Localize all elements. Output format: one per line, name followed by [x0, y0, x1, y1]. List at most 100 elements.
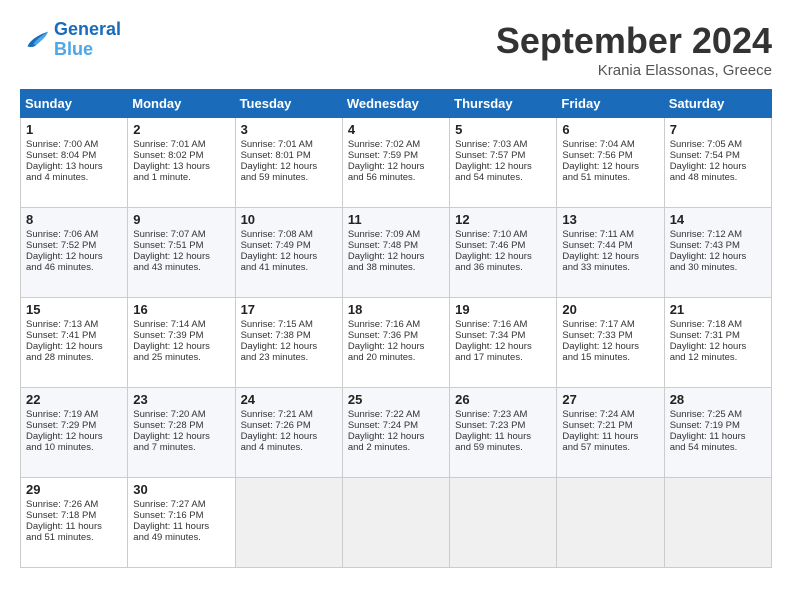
- calendar-cell: 22Sunrise: 7:19 AMSunset: 7:29 PMDayligh…: [21, 388, 128, 478]
- calendar-cell: 5Sunrise: 7:03 AMSunset: 7:57 PMDaylight…: [450, 118, 557, 208]
- cell-info-line: Sunset: 7:16 PM: [133, 510, 229, 521]
- day-number: 8: [26, 212, 122, 227]
- cell-info-line: and 57 minutes.: [562, 442, 658, 453]
- calendar-cell: 2Sunrise: 7:01 AMSunset: 8:02 PMDaylight…: [128, 118, 235, 208]
- calendar-cell: 17Sunrise: 7:15 AMSunset: 7:38 PMDayligh…: [235, 298, 342, 388]
- calendar-cell: 6 Sunrise: 7:04 AMSunset: 7:56 PMDaylight…: [557, 118, 664, 208]
- cell-info-line: Sunset: 7:36 PM: [348, 330, 444, 341]
- cell-info-line: Sunrise: 7:04 AM: [562, 139, 658, 150]
- calendar-cell: 9Sunrise: 7:07 AMSunset: 7:51 PMDaylight…: [128, 208, 235, 298]
- cell-info-line: Sunset: 7:38 PM: [241, 330, 337, 341]
- day-number: 6: [562, 122, 658, 137]
- cell-info-line: Sunrise: 7:24 AM: [562, 409, 658, 420]
- cell-info-line: Sunset: 7:26 PM: [241, 420, 337, 431]
- week-row-1: 1Sunrise: 7:00 AMSunset: 8:04 PMDaylight…: [21, 118, 772, 208]
- col-header-monday: Monday: [128, 90, 235, 118]
- cell-info-line: Daylight: 11 hours: [133, 521, 229, 532]
- cell-info-line: and 1 minute.: [133, 172, 229, 183]
- cell-info-line: and 46 minutes.: [26, 262, 122, 273]
- day-number: 20: [562, 302, 658, 317]
- cell-info-line: Daylight: 12 hours: [348, 251, 444, 262]
- cell-info-line: Sunset: 8:02 PM: [133, 150, 229, 161]
- calendar-cell: 21Sunrise: 7:18 AMSunset: 7:31 PMDayligh…: [664, 298, 771, 388]
- cell-info-line: and 54 minutes.: [455, 172, 551, 183]
- cell-info-line: Sunrise: 7:21 AM: [241, 409, 337, 420]
- calendar-cell: 14Sunrise: 7:12 AMSunset: 7:43 PMDayligh…: [664, 208, 771, 298]
- col-header-tuesday: Tuesday: [235, 90, 342, 118]
- cell-info-line: Daylight: 12 hours: [562, 161, 658, 172]
- cell-info-line: Sunset: 7:39 PM: [133, 330, 229, 341]
- day-number: 5: [455, 122, 551, 137]
- day-number: 19: [455, 302, 551, 317]
- day-number: 16: [133, 302, 229, 317]
- logo-text: General Blue: [54, 20, 121, 60]
- cell-info-line: Sunset: 8:04 PM: [26, 150, 122, 161]
- col-header-wednesday: Wednesday: [342, 90, 449, 118]
- cell-info-line: Sunrise: 7:18 AM: [670, 319, 766, 330]
- cell-info-line: and 33 minutes.: [562, 262, 658, 273]
- day-number: 10: [241, 212, 337, 227]
- cell-info-line: and 30 minutes.: [670, 262, 766, 273]
- calendar-cell: 18Sunrise: 7:16 AMSunset: 7:36 PMDayligh…: [342, 298, 449, 388]
- calendar-cell: 11Sunrise: 7:09 AMSunset: 7:48 PMDayligh…: [342, 208, 449, 298]
- cell-info-line: and 59 minutes.: [455, 442, 551, 453]
- cell-info-line: and 38 minutes.: [348, 262, 444, 273]
- cell-info-line: Sunset: 7:44 PM: [562, 240, 658, 251]
- cell-info-line: and 4 minutes.: [241, 442, 337, 453]
- calendar-cell: [450, 478, 557, 568]
- cell-info-line: and 20 minutes.: [348, 352, 444, 363]
- page-header: General Blue September 2024 Krania Elass…: [20, 20, 772, 79]
- cell-info-line: Daylight: 12 hours: [455, 251, 551, 262]
- cell-info-line: Daylight: 12 hours: [348, 161, 444, 172]
- day-number: 13: [562, 212, 658, 227]
- week-row-2: 8Sunrise: 7:06 AMSunset: 7:52 PMDaylight…: [21, 208, 772, 298]
- cell-info-line: Sunset: 7:19 PM: [670, 420, 766, 431]
- cell-info-line: Daylight: 12 hours: [455, 341, 551, 352]
- cell-info-line: and 56 minutes.: [348, 172, 444, 183]
- cell-info-line: Sunrise: 7:20 AM: [133, 409, 229, 420]
- cell-info-line: and 48 minutes.: [670, 172, 766, 183]
- cell-info-line: Sunrise: 7:16 AM: [348, 319, 444, 330]
- day-number: 17: [241, 302, 337, 317]
- cell-info-line: Sunset: 7:41 PM: [26, 330, 122, 341]
- cell-info-line: and 28 minutes.: [26, 352, 122, 363]
- calendar-cell: 7Sunrise: 7:05 AMSunset: 7:54 PMDaylight…: [664, 118, 771, 208]
- cell-info-line: Daylight: 12 hours: [348, 431, 444, 442]
- cell-info-line: Daylight: 11 hours: [562, 431, 658, 442]
- day-number: 1: [26, 122, 122, 137]
- day-number: 4: [348, 122, 444, 137]
- cell-info-line: Sunrise: 7:03 AM: [455, 139, 551, 150]
- calendar-cell: 26Sunrise: 7:23 AMSunset: 7:23 PMDayligh…: [450, 388, 557, 478]
- day-number: 29: [26, 482, 122, 497]
- cell-info-line: Sunset: 7:23 PM: [455, 420, 551, 431]
- cell-info-line: Sunset: 7:54 PM: [670, 150, 766, 161]
- cell-info-line: Sunset: 7:49 PM: [241, 240, 337, 251]
- day-number: 28: [670, 392, 766, 407]
- cell-info-line: Sunrise: 7:12 AM: [670, 229, 766, 240]
- cell-info-line: Daylight: 12 hours: [241, 251, 337, 262]
- location: Krania Elassonas, Greece: [496, 62, 772, 79]
- cell-info-line: Sunset: 7:56 PM: [562, 150, 658, 161]
- calendar-cell: [557, 478, 664, 568]
- cell-info-line: and 36 minutes.: [455, 262, 551, 273]
- cell-info-line: and 17 minutes.: [455, 352, 551, 363]
- day-number: 15: [26, 302, 122, 317]
- calendar-cell: [664, 478, 771, 568]
- calendar-cell: 4Sunrise: 7:02 AMSunset: 7:59 PMDaylight…: [342, 118, 449, 208]
- day-number: 23: [133, 392, 229, 407]
- cell-info-line: Sunrise: 7:17 AM: [562, 319, 658, 330]
- cell-info-line: Sunrise: 7:07 AM: [133, 229, 229, 240]
- cell-info-line: Sunset: 7:18 PM: [26, 510, 122, 521]
- cell-info-line: Sunrise: 7:01 AM: [133, 139, 229, 150]
- cell-info-line: Sunrise: 7:22 AM: [348, 409, 444, 420]
- calendar-cell: 25Sunrise: 7:22 AMSunset: 7:24 PMDayligh…: [342, 388, 449, 478]
- cell-info-line: Sunrise: 7:16 AM: [455, 319, 551, 330]
- cell-info-line: and 15 minutes.: [562, 352, 658, 363]
- col-header-sunday: Sunday: [21, 90, 128, 118]
- cell-info-line: Daylight: 11 hours: [670, 431, 766, 442]
- cell-info-line: Sunrise: 7:11 AM: [562, 229, 658, 240]
- logo: General Blue: [20, 20, 121, 60]
- cell-info-line: Sunrise: 7:27 AM: [133, 499, 229, 510]
- cell-info-line: and 12 minutes.: [670, 352, 766, 363]
- week-row-4: 22Sunrise: 7:19 AMSunset: 7:29 PMDayligh…: [21, 388, 772, 478]
